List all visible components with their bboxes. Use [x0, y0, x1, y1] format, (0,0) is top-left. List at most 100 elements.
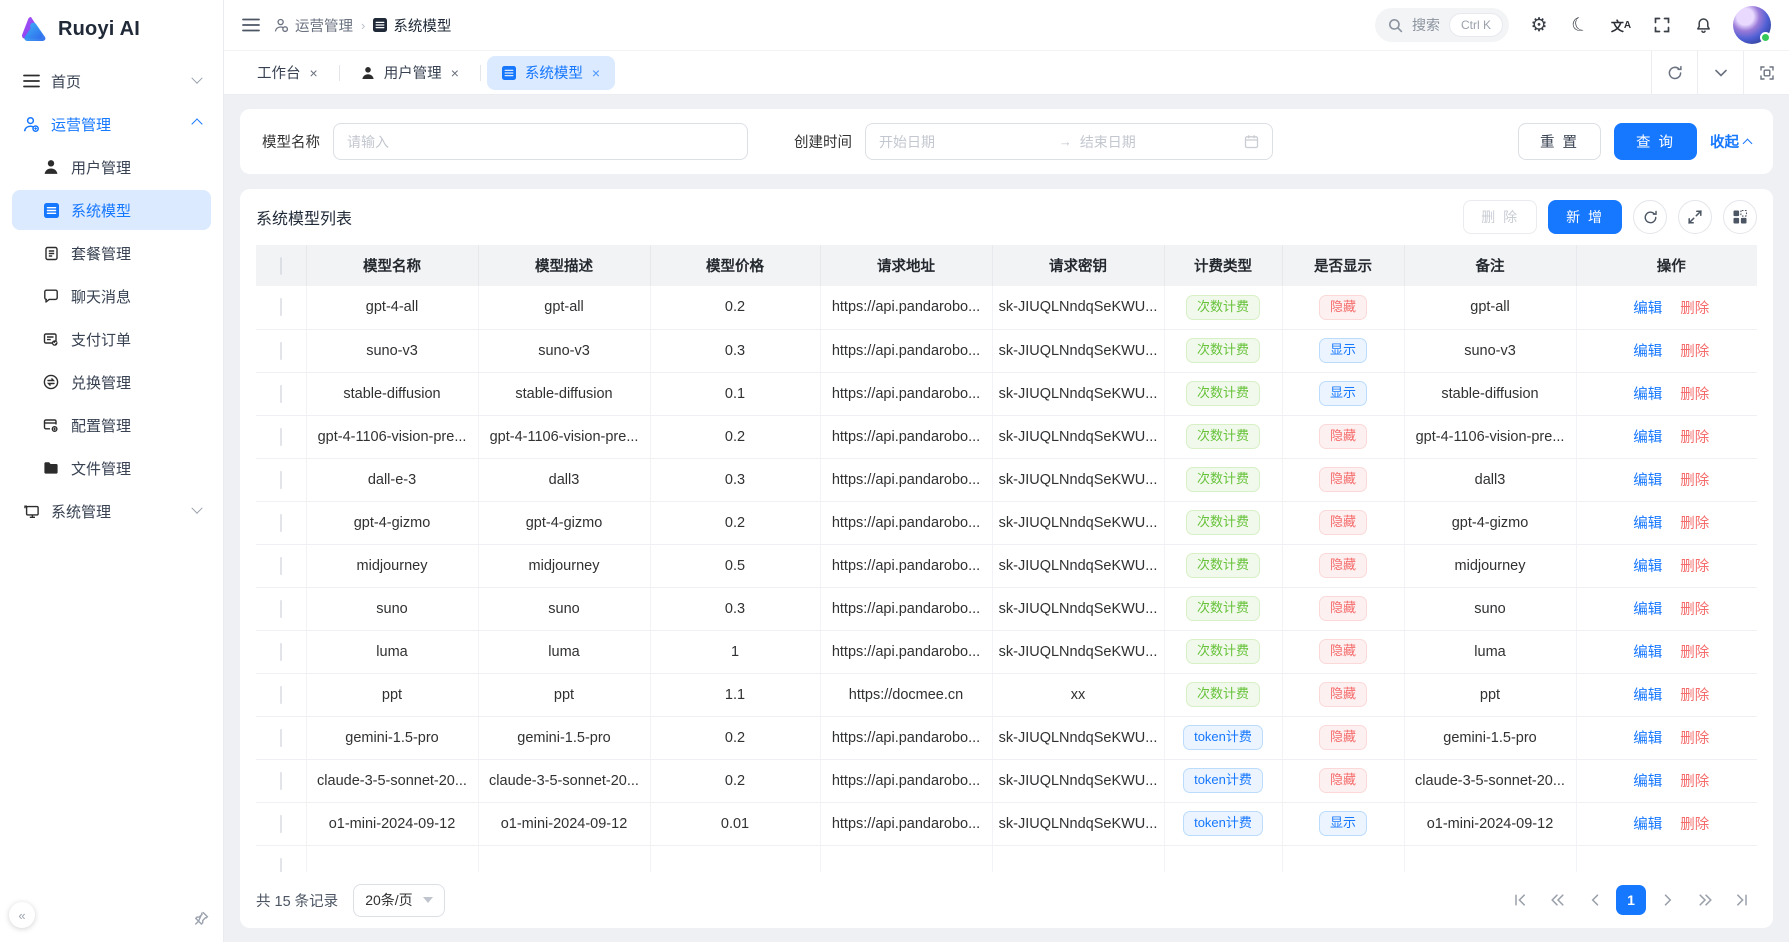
edit-link[interactable]: 编辑	[1633, 688, 1662, 704]
tab-system-models[interactable]: 系统模型 ×	[487, 56, 615, 90]
start-date-placeholder[interactable]: 开始日期	[879, 132, 1051, 152]
chevron-down-icon[interactable]	[1697, 51, 1743, 94]
end-date-placeholder[interactable]: 结束日期	[1080, 132, 1236, 152]
column-header[interactable]: 操作	[1576, 245, 1757, 286]
language-translate-icon[interactable]: 文A	[1610, 14, 1632, 36]
jump-back-icon[interactable]	[1542, 885, 1572, 915]
next-page-icon[interactable]	[1653, 885, 1683, 915]
edit-link[interactable]: 编辑	[1633, 387, 1662, 403]
user-avatar[interactable]	[1733, 6, 1771, 44]
date-range-picker[interactable]: 开始日期 → 结束日期	[865, 123, 1273, 160]
delete-link[interactable]: 删除	[1680, 774, 1709, 790]
row-checkbox[interactable]	[280, 686, 282, 704]
sidebar-subitem-0[interactable]: 用户管理	[12, 147, 211, 187]
delete-link[interactable]: 删除	[1680, 645, 1709, 661]
first-page-icon[interactable]	[1505, 885, 1535, 915]
row-checkbox[interactable]	[280, 514, 282, 532]
table-refresh-icon[interactable]	[1633, 200, 1667, 234]
last-page-icon[interactable]	[1727, 885, 1757, 915]
edit-link[interactable]: 编辑	[1633, 602, 1662, 618]
global-search[interactable]: 搜索 Ctrl K	[1375, 8, 1509, 42]
model-name-input[interactable]	[333, 123, 748, 160]
delete-link[interactable]: 删除	[1680, 688, 1709, 704]
edit-link[interactable]: 编辑	[1633, 344, 1662, 360]
sidebar-item-home[interactable]: 首页	[12, 61, 211, 101]
delete-link[interactable]: 删除	[1680, 344, 1709, 360]
dark-mode-moon-icon[interactable]: ☾	[1566, 11, 1594, 39]
row-checkbox[interactable]	[280, 385, 282, 403]
sidebar-subitem-3[interactable]: 聊天消息	[12, 276, 211, 316]
delete-link[interactable]: 删除	[1680, 430, 1709, 446]
edit-link[interactable]: 编辑	[1633, 516, 1662, 532]
column-header[interactable]: 计费类型	[1164, 245, 1282, 286]
column-header[interactable]: 备注	[1404, 245, 1576, 286]
edit-link[interactable]: 编辑	[1633, 817, 1662, 833]
edit-link[interactable]: 编辑	[1633, 473, 1662, 489]
sidebar-item-operations[interactable]: 运营管理	[12, 104, 211, 144]
breadcrumb-item-models[interactable]: 系统模型	[373, 15, 451, 36]
row-checkbox[interactable]	[280, 772, 282, 790]
pin-icon[interactable]	[194, 911, 209, 926]
settings-gear-icon[interactable]: ⚙	[1528, 14, 1550, 36]
sidebar-subitem-5[interactable]: 兑换管理	[12, 362, 211, 402]
edit-link[interactable]: 编辑	[1633, 430, 1662, 446]
row-checkbox[interactable]	[280, 815, 282, 833]
sidebar-item-system[interactable]: 系统管理	[12, 491, 211, 531]
column-settings-icon[interactable]	[1723, 200, 1757, 234]
edit-link[interactable]: 编辑	[1633, 301, 1662, 317]
add-button[interactable]: 新 增	[1548, 200, 1622, 234]
row-checkbox[interactable]	[280, 557, 282, 575]
fullscreen-icon[interactable]	[1651, 14, 1673, 36]
edit-link[interactable]: 编辑	[1633, 731, 1662, 747]
edit-link[interactable]: 编辑	[1633, 774, 1662, 790]
delete-link[interactable]: 删除	[1680, 602, 1709, 618]
row-checkbox[interactable]	[280, 858, 282, 873]
column-header[interactable]: 请求密钥	[992, 245, 1164, 286]
row-checkbox[interactable]	[280, 428, 282, 446]
sidebar-subitem-7[interactable]: 文件管理	[12, 448, 211, 488]
row-checkbox[interactable]	[280, 342, 282, 360]
close-icon[interactable]: ×	[592, 65, 600, 81]
notifications-bell-icon[interactable]	[1692, 14, 1714, 36]
jump-forward-icon[interactable]	[1690, 885, 1720, 915]
reset-button[interactable]: 重 置	[1518, 123, 1601, 160]
delete-link[interactable]: 删除	[1680, 731, 1709, 747]
column-header[interactable]: 模型价格	[650, 245, 820, 286]
column-header[interactable]: 模型名称	[306, 245, 478, 286]
current-page[interactable]: 1	[1616, 885, 1646, 915]
row-checkbox[interactable]	[280, 471, 282, 489]
content-fullscreen-icon[interactable]	[1743, 51, 1789, 94]
row-checkbox[interactable]	[280, 729, 282, 747]
collapse-filter-link[interactable]: 收起	[1710, 131, 1751, 152]
sidebar-subitem-1[interactable]: 系统模型	[12, 190, 211, 230]
sidebar-subitem-4[interactable]: 支付订单	[12, 319, 211, 359]
delete-link[interactable]: 删除	[1680, 559, 1709, 575]
sidebar-subitem-6[interactable]: 配置管理	[12, 405, 211, 445]
select-all-checkbox[interactable]	[280, 257, 282, 275]
brand-row[interactable]: Ruoyi AI	[12, 0, 211, 58]
breadcrumb-item-operations[interactable]: 运营管理	[274, 15, 353, 36]
page-size-select[interactable]: 20条/页	[353, 884, 444, 917]
tab-user-management[interactable]: 用户管理 ×	[346, 56, 474, 90]
search-button[interactable]: 查 询	[1614, 123, 1697, 160]
delete-selected-button[interactable]: 删 除	[1463, 200, 1537, 234]
close-icon[interactable]: ×	[451, 65, 459, 81]
tab-workbench[interactable]: 工作台 ×	[242, 56, 333, 90]
row-checkbox[interactable]	[280, 643, 282, 661]
edit-link[interactable]: 编辑	[1633, 559, 1662, 575]
row-checkbox[interactable]	[280, 298, 282, 316]
column-header[interactable]: 请求地址	[820, 245, 992, 286]
table-expand-icon[interactable]	[1678, 200, 1712, 234]
delete-link[interactable]: 删除	[1680, 301, 1709, 317]
close-icon[interactable]: ×	[310, 65, 318, 81]
prev-page-icon[interactable]	[1579, 885, 1609, 915]
delete-link[interactable]: 删除	[1680, 387, 1709, 403]
sidebar-collapse-button[interactable]: «	[9, 902, 35, 928]
column-header[interactable]: 是否显示	[1282, 245, 1404, 286]
row-checkbox[interactable]	[280, 600, 282, 618]
sidebar-toggle-icon[interactable]	[242, 18, 260, 32]
delete-link[interactable]: 删除	[1680, 473, 1709, 489]
column-header[interactable]: 模型描述	[478, 245, 650, 286]
delete-link[interactable]: 删除	[1680, 817, 1709, 833]
edit-link[interactable]: 编辑	[1633, 645, 1662, 661]
